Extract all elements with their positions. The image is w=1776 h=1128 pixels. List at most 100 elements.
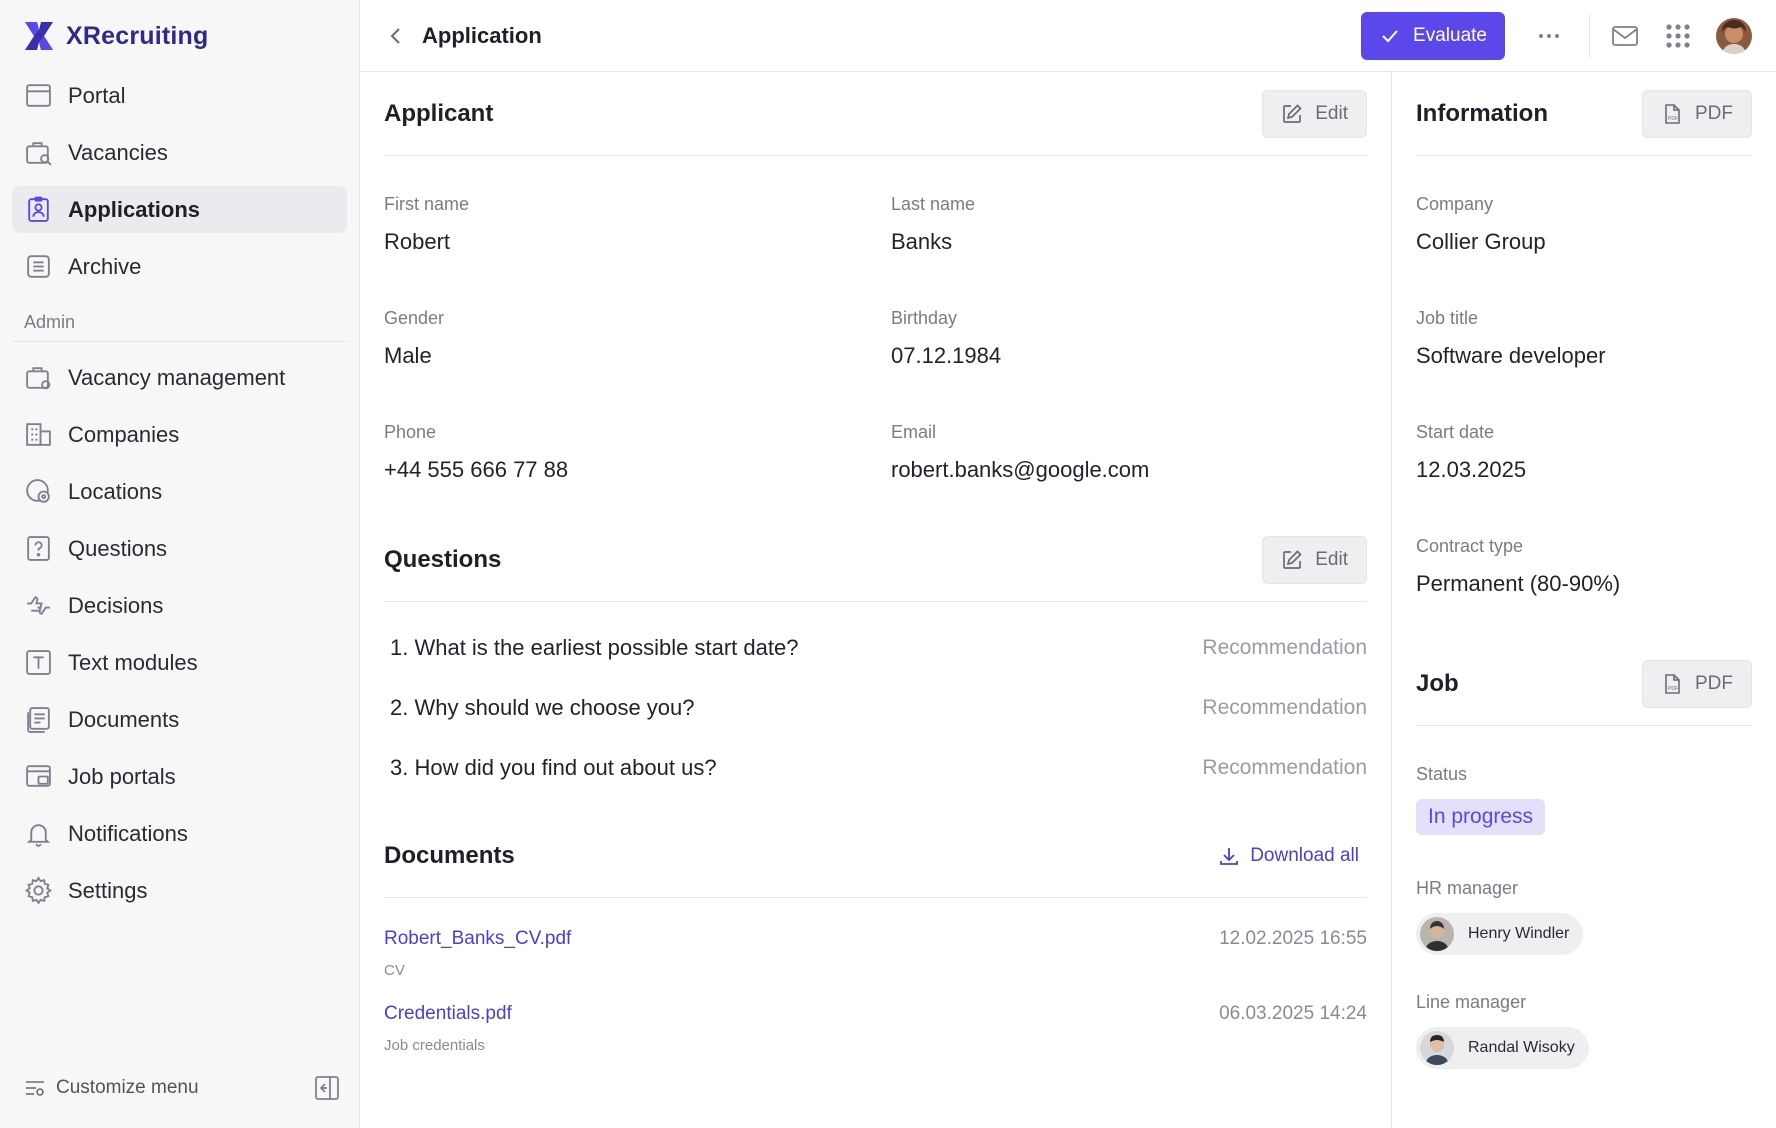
bell-icon xyxy=(26,824,51,847)
nav-item-documents[interactable]: Documents xyxy=(12,696,347,743)
document-link[interactable]: Credentials.pdf xyxy=(384,1003,512,1025)
person-name: Randal Wisoky xyxy=(1468,1039,1575,1056)
mail-icon[interactable] xyxy=(1610,21,1640,51)
nav-item-vacancies[interactable]: Vacancies xyxy=(12,129,347,176)
questions-icon xyxy=(27,536,50,561)
document-info: Credentials.pdf Job credentials xyxy=(384,1003,512,1054)
document-link[interactable]: Robert_Banks_CV.pdf xyxy=(384,928,571,950)
information-pdf-button[interactable]: PDF PDF xyxy=(1642,89,1752,138)
recommendation-link[interactable]: Recommendation xyxy=(1202,696,1367,720)
question-text: 1. What is the earliest possible start d… xyxy=(390,635,799,660)
download-all-button[interactable]: Download all xyxy=(1218,845,1367,867)
field-label: Email xyxy=(891,422,937,442)
list-item: Robert_Banks_CV.pdf CV 12.02.2025 16:55 xyxy=(384,898,1367,979)
field-value: Male xyxy=(384,343,432,368)
nav-item-locations[interactable]: Locations xyxy=(12,468,347,515)
nav-label: Job portals xyxy=(68,763,176,789)
document-date: 12.02.2025 16:55 xyxy=(1219,928,1367,949)
field-value: Banks xyxy=(891,229,953,254)
nav-label: Settings xyxy=(68,877,148,903)
collapse-sidebar-icon[interactable] xyxy=(313,1074,341,1102)
field-label: HR manager xyxy=(1416,878,1519,898)
content: Applicant Edit First name Robert Last na… xyxy=(360,72,1776,1128)
hr-manager-chip[interactable]: Henry Windler xyxy=(1416,913,1584,955)
nav-item-vacancy-management[interactable]: Vacancy management xyxy=(12,354,347,401)
nav-item-applications[interactable]: Applications xyxy=(12,186,347,233)
user-avatar-icon xyxy=(1716,17,1752,54)
user-avatar[interactable] xyxy=(1716,17,1752,54)
nav-item-notifications[interactable]: Notifications xyxy=(12,810,347,857)
recommendation-link[interactable]: Recommendation xyxy=(1202,636,1367,660)
vacancies-icon xyxy=(26,142,52,166)
field-label: Gender xyxy=(384,308,445,328)
pdf-icon: PDF xyxy=(1665,673,1680,694)
customize-menu-button[interactable]: Customize menu xyxy=(24,1077,199,1099)
field-value: 07.12.1984 xyxy=(891,343,1002,368)
field-label: Start date xyxy=(1416,422,1495,442)
document-info: Robert_Banks_CV.pdf CV xyxy=(384,928,571,979)
applicant-title: Applicant xyxy=(384,99,494,127)
nav-label: Notifications xyxy=(68,820,188,846)
nav-item-questions[interactable]: Questions xyxy=(12,525,347,572)
nav-label: Documents xyxy=(68,706,180,732)
person-avatar-icon xyxy=(1420,917,1454,951)
nav-item-job-portals[interactable]: Job portals xyxy=(12,753,347,800)
nav-item-decisions[interactable]: Decisions xyxy=(12,582,347,629)
list-item: 2. Why should we choose you? Recommendat… xyxy=(384,678,1367,738)
field-value: robert.banks@google.com xyxy=(891,457,1150,482)
locations-icon xyxy=(26,479,50,503)
topbar-divider xyxy=(1589,13,1590,58)
pdf-label: PDF xyxy=(1695,672,1733,694)
information-title: Information xyxy=(1416,99,1548,127)
edit-icon xyxy=(1283,549,1302,569)
evaluate-button[interactable]: Evaluate xyxy=(1361,11,1505,60)
field-value: Robert xyxy=(384,229,451,254)
list-item: 1. What is the earliest possible start d… xyxy=(384,618,1367,678)
applications-icon xyxy=(28,196,49,222)
apps-grid-icon[interactable] xyxy=(1664,22,1692,50)
archive-icon xyxy=(27,255,50,278)
job-pdf-button[interactable]: PDF PDF xyxy=(1642,659,1752,708)
nav-item-text-modules[interactable]: Text modules xyxy=(12,639,347,686)
svg-text:PDF: PDF xyxy=(1668,116,1678,122)
nav-label: Archive xyxy=(68,253,142,279)
applicant-edit-button[interactable]: Edit xyxy=(1262,89,1367,138)
document-type: CV xyxy=(384,962,405,979)
job-title: Job xyxy=(1416,669,1459,697)
avatar xyxy=(1420,1031,1454,1065)
field-label: Status xyxy=(1416,764,1468,784)
brand[interactable]: XRecruiting xyxy=(0,0,359,72)
vacancy-management-icon xyxy=(26,367,51,390)
nav-label: Vacancy management xyxy=(68,364,286,390)
right-column: Information PDF PDF Company Collier Grou… xyxy=(1392,72,1776,1128)
nav-item-settings[interactable]: Settings xyxy=(12,867,347,914)
nav-label: Vacancies xyxy=(68,139,168,165)
edit-label: Edit xyxy=(1315,548,1348,570)
field-label: Birthday xyxy=(891,308,958,328)
field-value: Collier Group xyxy=(1416,229,1546,254)
download-icon xyxy=(1220,847,1239,865)
field-gender: Gender Male xyxy=(384,290,891,404)
line-manager-chip[interactable]: Randal Wisoky xyxy=(1416,1027,1589,1069)
more-horizontal-icon[interactable] xyxy=(1535,22,1563,50)
nav-item-companies[interactable]: Companies xyxy=(12,411,347,458)
field-phone: Phone +44 555 666 77 88 xyxy=(384,404,891,518)
main-nav: Portal Vacancies Applications Archive Ad… xyxy=(0,72,359,914)
questions-edit-button[interactable]: Edit xyxy=(1262,535,1367,584)
job-header: Job PDF PDF xyxy=(1416,642,1752,726)
app-root: XRecruiting Portal Vacancies Application… xyxy=(0,0,1776,1128)
nav-item-portal[interactable]: Portal xyxy=(12,72,347,119)
job-portals-icon xyxy=(26,765,51,787)
download-all-label: Download all xyxy=(1250,844,1359,866)
nav-label: Applications xyxy=(68,196,201,222)
question-text: 3. How did you find out about us? xyxy=(390,755,717,780)
list-item: Credentials.pdf Job credentials 06.03.20… xyxy=(384,979,1367,1054)
field-label: Last name xyxy=(891,194,976,214)
sidebar: XRecruiting Portal Vacancies Application… xyxy=(0,0,360,1128)
pdf-icon: PDF xyxy=(1665,103,1680,124)
nav-item-archive[interactable]: Archive xyxy=(12,243,347,290)
chevron-left-icon[interactable] xyxy=(384,24,408,48)
page-title: Application xyxy=(422,22,542,48)
recommendation-link[interactable]: Recommendation xyxy=(1202,756,1367,780)
text-modules-icon xyxy=(26,650,51,675)
